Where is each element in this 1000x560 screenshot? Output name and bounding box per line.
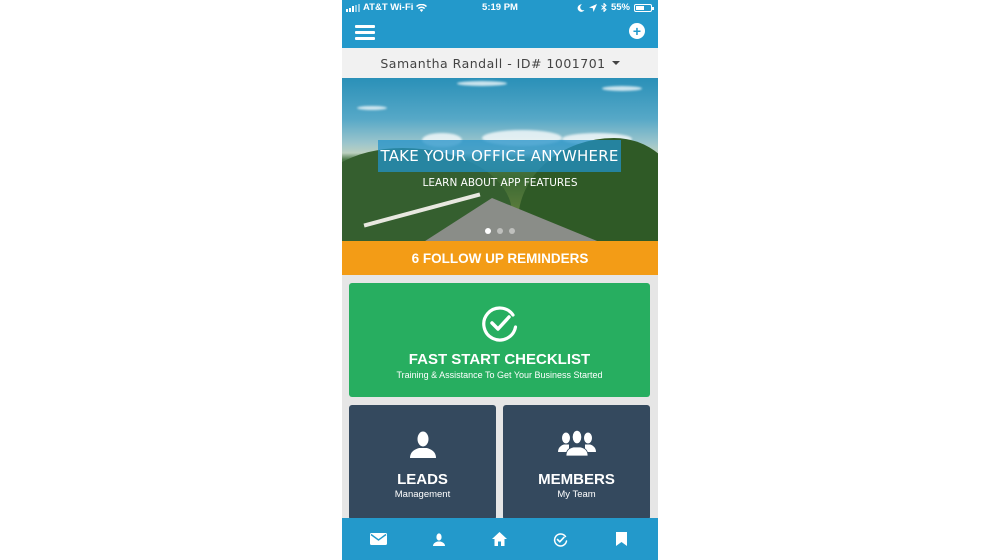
chevron-down-icon xyxy=(611,61,620,65)
bookmark-icon xyxy=(616,532,628,546)
hero-subtitle[interactable]: LEARN ABOUT APP FEATURES xyxy=(342,177,658,189)
person-icon xyxy=(433,532,446,546)
nav-home[interactable] xyxy=(480,519,520,559)
cloud-decoration xyxy=(602,86,642,91)
tile-title: FAST START CHECKLIST xyxy=(408,351,591,368)
carousel-indicators xyxy=(342,228,658,234)
tile-subtitle: My Team xyxy=(557,489,596,500)
group-icon xyxy=(557,430,596,456)
fast-start-checklist-tile[interactable]: FAST START CHECKLIST Training & Assistan… xyxy=(349,283,650,397)
bottom-navigation xyxy=(342,518,658,560)
nav-messages[interactable] xyxy=(358,519,398,559)
tile-title: MEMBERS xyxy=(538,471,615,488)
nav-profile[interactable] xyxy=(419,519,459,559)
members-tile[interactable]: MEMBERS My Team xyxy=(503,405,650,520)
location-icon xyxy=(588,3,597,12)
tile-subtitle: Training & Assistance To Get Your Busine… xyxy=(396,370,603,380)
menu-button[interactable] xyxy=(355,25,375,40)
bluetooth-icon xyxy=(601,3,607,12)
carousel-dot[interactable] xyxy=(497,228,503,234)
add-button[interactable]: + xyxy=(629,23,645,39)
battery-icon xyxy=(634,3,654,12)
follow-up-reminders-banner[interactable]: 6 FOLLOW UP REMINDERS xyxy=(342,241,658,275)
tile-subtitle: Management xyxy=(394,489,451,500)
account-label: Samantha Randall - ID# 1001701 xyxy=(380,55,606,71)
cloud-decoration xyxy=(457,81,507,86)
moon-icon xyxy=(577,3,585,12)
nav-bookmarks[interactable] xyxy=(602,519,642,559)
home-icon xyxy=(492,532,508,546)
status-bar: AT&T Wi-Fi 5:19 PM 55% xyxy=(342,0,658,16)
account-selector[interactable]: Samantha Randall - ID# 1001701 xyxy=(342,48,658,78)
cloud-decoration xyxy=(357,106,387,110)
nav-checklist[interactable] xyxy=(541,519,581,559)
check-circle-icon xyxy=(481,306,517,342)
person-icon xyxy=(409,431,436,458)
mail-icon xyxy=(369,533,387,545)
hero-carousel[interactable]: TAKE YOUR OFFICE ANYWHERE LEARN ABOUT AP… xyxy=(342,78,658,241)
phone-screen: AT&T Wi-Fi 5:19 PM 55% + Samantha Randal… xyxy=(342,0,658,560)
leads-tile[interactable]: LEADS Management xyxy=(349,405,496,520)
carousel-dot[interactable] xyxy=(509,228,515,234)
tile-title: LEADS xyxy=(397,471,448,488)
carousel-dot[interactable] xyxy=(485,228,491,234)
hero-title: TAKE YOUR OFFICE ANYWHERE xyxy=(378,140,621,172)
app-header: AT&T Wi-Fi 5:19 PM 55% + xyxy=(342,0,658,48)
check-circle-icon xyxy=(554,532,568,547)
battery-percent: 55% xyxy=(610,2,630,13)
